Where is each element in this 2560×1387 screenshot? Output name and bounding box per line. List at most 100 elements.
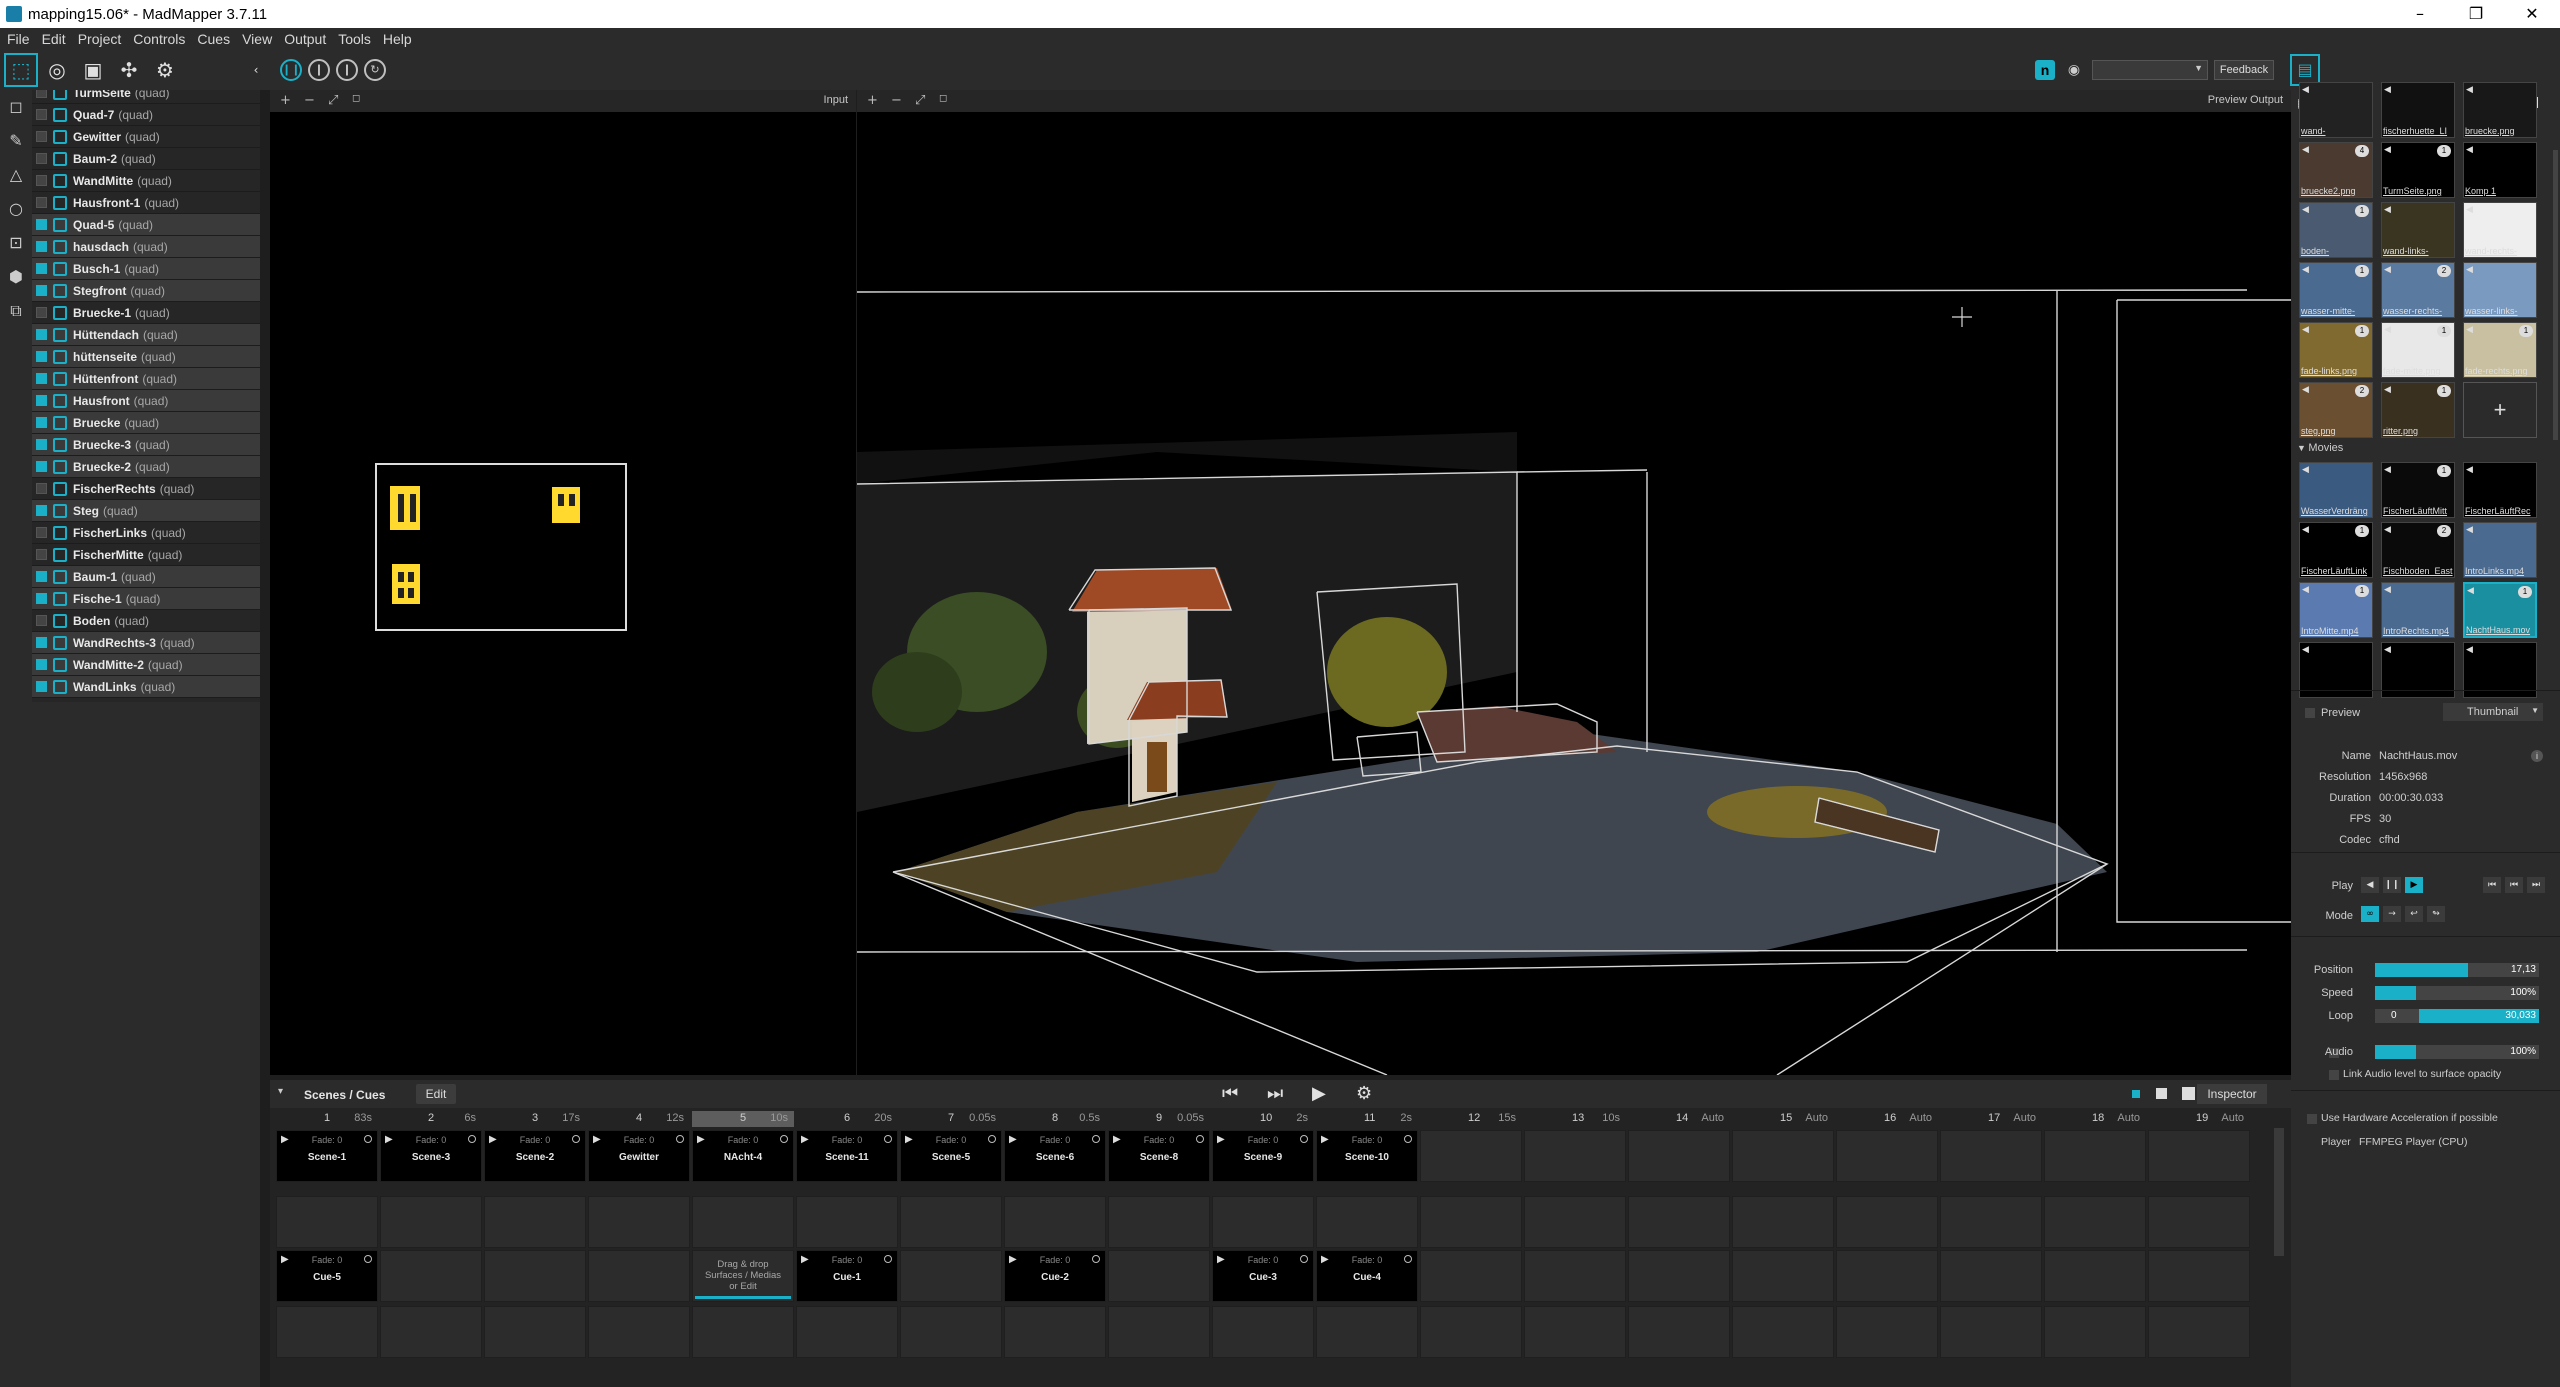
feedback-button[interactable]: Feedback <box>2214 60 2274 80</box>
surface-row[interactable]: hüttenseite (quad) <box>32 346 260 368</box>
circle-icon[interactable]: ○ <box>0 192 32 226</box>
cue-cell[interactable] <box>900 1306 1002 1358</box>
cue-cell[interactable] <box>1940 1196 2042 1248</box>
cue-cell[interactable] <box>1524 1250 1626 1302</box>
cue-cell[interactable]: ▶ Fade: 0 NAcht-4 <box>692 1130 794 1182</box>
cue-column-header[interactable]: 6 20s <box>796 1111 898 1127</box>
play-icon[interactable]: ◀ <box>2467 586 2474 596</box>
gear-icon[interactable]: ⚙ <box>148 53 182 87</box>
surface-visibility-checkbox[interactable] <box>36 131 47 142</box>
cue-cell[interactable] <box>1212 1306 1314 1358</box>
media-thumbnail[interactable]: ◀ 1 fade-rechts.png <box>2463 322 2537 378</box>
medium-view-icon[interactable] <box>2156 1088 2167 1099</box>
play-icon[interactable]: ◀ <box>2466 85 2473 95</box>
thumbnail-select[interactable]: Thumbnail ▼ <box>2443 703 2543 721</box>
surface-row[interactable]: Stegfront (quad) <box>32 280 260 302</box>
media-thumbnail[interactable]: ◀ wand-links- <box>2381 202 2455 258</box>
zoom-out-icon[interactable]: − <box>304 93 315 108</box>
surface-visibility-checkbox[interactable] <box>36 659 47 670</box>
surface-visibility-checkbox[interactable] <box>36 527 47 538</box>
cue-column-header[interactable]: 17 Auto <box>1940 1111 2042 1127</box>
cue-column-header[interactable]: 19 Auto <box>2148 1111 2250 1127</box>
zoom-in-icon[interactable]: + <box>280 93 291 108</box>
cue-cell[interactable] <box>1940 1250 2042 1302</box>
cue-cell[interactable] <box>588 1196 690 1248</box>
cue-cell[interactable]: ▶ Fade: 0 Cue-1 <box>796 1250 898 1302</box>
surface-visibility-checkbox[interactable] <box>36 351 47 362</box>
cue-cell[interactable] <box>484 1250 586 1302</box>
cue-cell[interactable] <box>692 1306 794 1358</box>
surface-row[interactable]: Bruecke-1 (quad) <box>32 302 260 324</box>
media-thumbnail[interactable]: ◀ 4 bruecke2.png <box>2299 142 2373 198</box>
position-slider[interactable]: 17,13 <box>2375 963 2539 977</box>
step2-icon[interactable]: ❙ <box>336 59 358 81</box>
surface-row[interactable]: Quad-5 (quad) <box>32 214 260 236</box>
frame-icon[interactable]: ◻ <box>352 93 360 104</box>
surface-visibility-checkbox[interactable] <box>36 461 47 472</box>
cue-cell[interactable] <box>484 1306 586 1358</box>
edit-button[interactable]: Edit <box>416 1084 456 1104</box>
menu-edit[interactable]: Edit <box>35 28 71 50</box>
surface-row[interactable]: Gewitter (quad) <box>32 126 260 148</box>
cue-cell[interactable] <box>2148 1250 2250 1302</box>
random-mode-button[interactable]: ↬ <box>2427 906 2445 922</box>
surface-visibility-checkbox[interactable] <box>36 637 47 648</box>
cue-cell[interactable] <box>1628 1306 1730 1358</box>
collapse-icon[interactable]: ‹ <box>248 53 264 87</box>
cue-cell[interactable]: ▶ Fade: 0 Scene-3 <box>380 1130 482 1182</box>
cue-cell[interactable] <box>1524 1130 1626 1182</box>
cue-cell[interactable] <box>1420 1130 1522 1182</box>
surface-visibility-checkbox[interactable] <box>36 373 47 384</box>
play-icon[interactable]: ◀ <box>2302 645 2309 655</box>
movies-header[interactable]: ▼ Movies <box>2297 442 2343 454</box>
cue-cell[interactable] <box>1108 1250 1210 1302</box>
play-icon[interactable]: ◀ <box>2302 145 2309 155</box>
media-thumbnail[interactable]: ◀ wasser-links- <box>2463 262 2537 318</box>
cue-cell[interactable] <box>796 1306 898 1358</box>
cue-cell[interactable] <box>2148 1130 2250 1182</box>
pause-icon[interactable]: ❙❙ <box>280 59 302 81</box>
cue-cell[interactable] <box>588 1250 690 1302</box>
media-thumbnail[interactable]: ◀ Komp 1 <box>2463 142 2537 198</box>
surfaces-mode-button[interactable]: ⬚ <box>4 53 38 87</box>
media-thumbnail[interactable]: ◀ 1 ritter.png <box>2381 382 2455 438</box>
cue-column-header[interactable]: 11 2s <box>1316 1111 1418 1127</box>
surface-row[interactable]: FischerLinks (quad) <box>32 522 260 544</box>
cue-column-header[interactable]: 1 83s <box>276 1111 378 1127</box>
menu-project[interactable]: Project <box>71 28 127 50</box>
cue-cell[interactable]: ▶ Fade: 0 Cue-3 <box>1212 1250 1314 1302</box>
bulb-icon[interactable]: ◎ <box>40 53 74 87</box>
surface-visibility-checkbox[interactable] <box>36 307 47 318</box>
previous-icon[interactable]: ⏮ <box>1222 1083 1238 1104</box>
cue-cell[interactable] <box>1732 1306 1834 1358</box>
surface-row[interactable]: Busch-1 (quad) <box>32 258 260 280</box>
play-icon[interactable]: ◀ <box>2466 465 2473 475</box>
input-view[interactable]: + − ⤢ ◻ Input <box>270 90 856 1075</box>
cue-cell[interactable] <box>900 1196 1002 1248</box>
play-icon[interactable]: ◀ <box>2466 265 2473 275</box>
preview-checkbox[interactable] <box>2305 708 2315 718</box>
once-mode-button[interactable]: → <box>2383 906 2401 922</box>
large-view-icon[interactable] <box>2182 1087 2195 1100</box>
cue-cell[interactable]: ▶ Fade: 0 Scene-5 <box>900 1130 1002 1182</box>
play-icon[interactable]: ◀ <box>2384 385 2391 395</box>
speed-slider[interactable]: 100% <box>2375 986 2539 1000</box>
media-thumbnail[interactable]: ◀ WasserVerdräng <box>2299 462 2373 518</box>
media-thumbnail[interactable]: ◀ 2 Fischboden_East <box>2381 522 2455 578</box>
play-icon[interactable]: ◀ <box>2302 465 2309 475</box>
surface-visibility-checkbox[interactable] <box>36 417 47 428</box>
zoom-in-icon[interactable]: + <box>867 93 878 108</box>
surface-visibility-checkbox[interactable] <box>36 109 47 120</box>
surface-visibility-checkbox[interactable] <box>36 439 47 450</box>
cue-column-header[interactable]: 9 0.05s <box>1108 1111 1210 1127</box>
output-select[interactable]: ▼ <box>2092 60 2208 80</box>
media-thumbnail[interactable]: ◀ IntroRechts.mp4 <box>2381 582 2455 638</box>
surface-visibility-checkbox[interactable] <box>36 197 47 208</box>
menu-help[interactable]: Help <box>376 28 417 50</box>
media-thumbnail[interactable]: ◀ wand-rechts- <box>2463 202 2537 258</box>
cue-cell[interactable]: ▶ Fade: 0 Cue-2 <box>1004 1250 1106 1302</box>
surface-row[interactable]: WandRechts-3 (quad) <box>32 632 260 654</box>
surface-visibility-checkbox[interactable] <box>36 285 47 296</box>
cue-column-header[interactable]: 18 Auto <box>2044 1111 2146 1127</box>
media-thumbnail[interactable]: ◀ 1 IntroMitte.mp4 <box>2299 582 2373 638</box>
